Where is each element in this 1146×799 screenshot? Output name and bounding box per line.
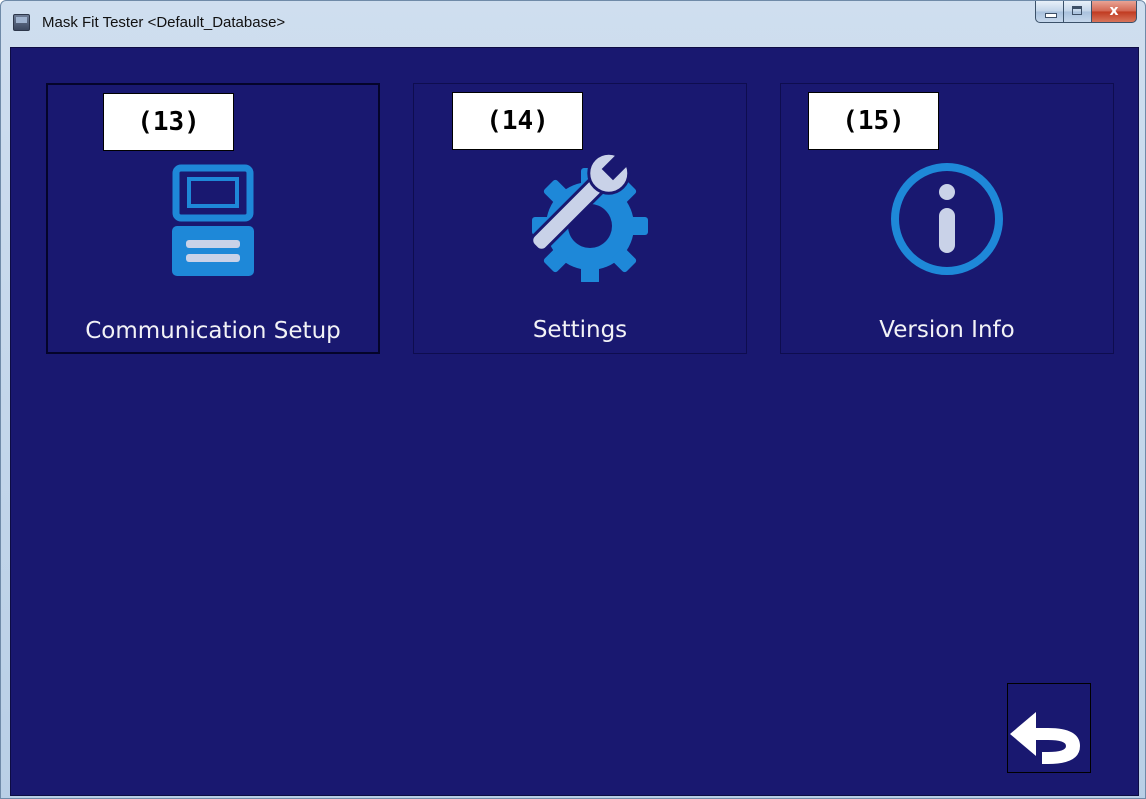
minimize-button[interactable] xyxy=(1035,1,1063,23)
title-bar[interactable]: Mask Fit Tester <Default_Database> x xyxy=(1,1,1145,47)
window-title: Mask Fit Tester <Default_Database> xyxy=(42,14,286,31)
back-button[interactable] xyxy=(1007,683,1091,773)
main-panel: Communication Setup (13) Settings (14) V… xyxy=(10,47,1139,796)
callout-14: (14) xyxy=(452,92,583,150)
app-window: Mask Fit Tester <Default_Database> x Com… xyxy=(0,0,1146,799)
caption-buttons: x xyxy=(1035,1,1137,23)
minimize-icon xyxy=(1045,13,1057,18)
tile-label-version-info: Version Info xyxy=(879,317,1015,343)
communication-device-icon xyxy=(172,164,254,276)
tile-label-settings: Settings xyxy=(532,317,628,343)
callout-13: (13) xyxy=(103,93,234,151)
version-info-button[interactable]: Version Info (15) xyxy=(780,83,1114,354)
app-icon[interactable] xyxy=(13,14,30,31)
wrench-gear-icon xyxy=(530,154,648,282)
close-icon: x xyxy=(1109,3,1119,19)
info-icon xyxy=(891,163,1003,275)
maximize-button[interactable] xyxy=(1063,1,1091,23)
close-button[interactable]: x xyxy=(1091,1,1137,23)
back-arrow-icon xyxy=(1010,712,1080,764)
maximize-icon xyxy=(1072,6,1082,15)
tile-label-communication-setup: Communication Setup xyxy=(85,318,341,344)
communication-setup-button[interactable]: Communication Setup (13) xyxy=(46,83,380,354)
callout-15: (15) xyxy=(808,92,939,150)
settings-button[interactable]: Settings (14) xyxy=(413,83,747,354)
